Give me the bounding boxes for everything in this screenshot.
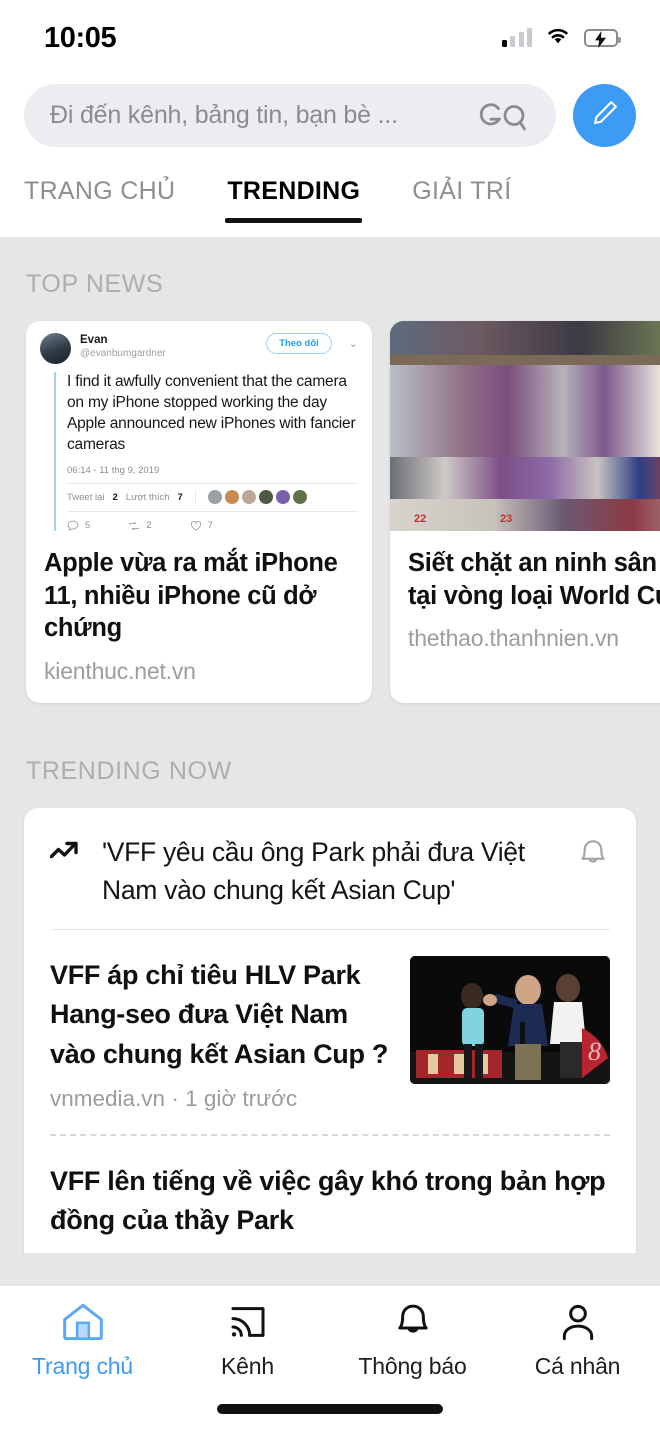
article-title: VFF áp chỉ tiêu HLV Park Hang-seo đưa Vi… bbox=[50, 960, 389, 1069]
nav-label: Thông báo bbox=[358, 1353, 467, 1379]
tweet-retweet-label: Tweet lại bbox=[67, 491, 105, 503]
status-bar-icons bbox=[501, 26, 621, 50]
tweet-retweet-count: 2 bbox=[112, 491, 118, 503]
news-headline: Apple vừa ra mắt iPhone 11, nhiều iPhone… bbox=[44, 549, 338, 643]
nav-item-kenh[interactable]: Kênh bbox=[165, 1286, 330, 1382]
like-action[interactable]: 7 bbox=[190, 520, 213, 531]
search-input[interactable]: Đi đến kênh, bảng tin, bạn bè ... bbox=[24, 84, 556, 147]
bell-notification-icon[interactable] bbox=[576, 834, 610, 879]
article-thumbnail: 8 bbox=[410, 956, 610, 1085]
home-icon bbox=[61, 1302, 105, 1347]
tweet-likes-label: Lượt thích bbox=[125, 491, 170, 503]
section-title-trending-now: TRENDING NOW bbox=[26, 757, 232, 785]
trending-article-row[interactable]: VFF áp chỉ tiêu HLV Park Hang-seo đưa Vi… bbox=[50, 930, 610, 1133]
nav-label: Trang chủ bbox=[32, 1353, 133, 1379]
bottom-navigation-bar: Trang chủ Kênh Thông báo Cá nhân bbox=[0, 1285, 660, 1429]
meta-separator: · bbox=[171, 1085, 179, 1111]
search-row: Đi đến kênh, bảng tin, bạn bè ... bbox=[0, 76, 660, 167]
tweet-timestamp: 06:14 - 11 thg 9, 2019 bbox=[67, 464, 160, 476]
status-bar: 10:05 bbox=[0, 0, 660, 76]
compose-button[interactable] bbox=[573, 84, 636, 147]
section-title-top-news: TOP NEWS bbox=[26, 270, 164, 298]
news-source: kienthuc.net.vn bbox=[44, 657, 196, 684]
nav-label: Cá nhân bbox=[534, 1353, 621, 1379]
avatar bbox=[40, 333, 71, 364]
news-card-text: Siết chặt an ninh sân Mỹ tại vòng loại W… bbox=[390, 531, 660, 652]
like-count: 7 bbox=[207, 520, 213, 531]
bell-icon bbox=[391, 1302, 435, 1347]
tweet-stats: Tweet lại 2 Lượt thích 7 bbox=[67, 482, 358, 512]
retweet-action[interactable]: 2 bbox=[128, 520, 152, 531]
tweet-text: I find it awfully convenient that the ca… bbox=[67, 373, 356, 453]
pencil-compose-icon bbox=[590, 98, 620, 133]
go-search-logo-icon[interactable] bbox=[478, 98, 534, 134]
nav-item-trang-chu[interactable]: Trang chủ bbox=[0, 1286, 165, 1382]
retweet-action-count: 2 bbox=[146, 520, 152, 531]
person-icon bbox=[556, 1302, 600, 1347]
seat-number: 22 bbox=[414, 513, 427, 525]
tweet-likes-count: 7 bbox=[177, 491, 183, 503]
liker-avatars bbox=[207, 490, 307, 505]
battery-charging-icon bbox=[584, 29, 621, 48]
search-placeholder: Đi đến kênh, bảng tin, bạn bè ... bbox=[50, 101, 398, 129]
nav-item-ca-nhan[interactable]: Cá nhân bbox=[495, 1286, 660, 1382]
article-meta: vnmedia.vn · 1 giờ trước bbox=[50, 1086, 392, 1112]
tweet-author-name: Evan bbox=[80, 334, 108, 346]
tab-trang-chu[interactable]: TRANG CHỦ bbox=[24, 167, 175, 220]
feed-scroll-area[interactable]: TOP NEWS Evan @evanbumgardner Theo dõi ⌄ bbox=[0, 237, 660, 1253]
nav-label: Kênh bbox=[221, 1353, 274, 1379]
tweet-author: Evan @evanbumgardner bbox=[80, 333, 257, 360]
tweet-embed-media: Evan @evanbumgardner Theo dõi ⌄ I find i… bbox=[26, 321, 372, 531]
status-bar-clock: 10:05 bbox=[44, 21, 117, 54]
wifi-icon bbox=[545, 26, 571, 50]
trending-topic-row[interactable]: 'VFF yêu cầu ông Park phải đưa Việt Nam … bbox=[49, 808, 610, 929]
news-headline: Siết chặt an ninh sân Mỹ tại vòng loại W… bbox=[408, 549, 660, 610]
tweet-actions: 5 2 7 bbox=[67, 512, 358, 531]
trending-topic-title: 'VFF yêu cầu ông Park phải đưa Việt Nam … bbox=[102, 837, 525, 905]
news-source: thethao.thanhnien.vn bbox=[408, 625, 619, 652]
divider bbox=[194, 489, 196, 505]
tab-giai-tri[interactable]: GIẢI TRÍ bbox=[412, 167, 511, 220]
home-indicator bbox=[217, 1404, 443, 1414]
tweet-body: I find it awfully convenient that the ca… bbox=[54, 372, 358, 531]
stadium-crowd-photo: 22 23 bbox=[390, 321, 660, 531]
news-card[interactable]: Evan @evanbumgardner Theo dõi ⌄ I find i… bbox=[26, 321, 372, 703]
news-card-text: Apple vừa ra mắt iPhone 11, nhiều iPhone… bbox=[26, 531, 372, 685]
tab-trending[interactable]: TRENDING bbox=[225, 167, 363, 223]
tweet-embed: Evan @evanbumgardner Theo dõi ⌄ I find i… bbox=[26, 321, 372, 531]
seat-number: 23 bbox=[500, 513, 513, 525]
trending-article-text: VFF lên tiếng về việc gây khó trong bản … bbox=[50, 1162, 610, 1240]
chevron-down-icon[interactable]: ⌄ bbox=[349, 333, 358, 350]
cellular-signal-icon bbox=[501, 28, 532, 47]
article-title: VFF lên tiếng về việc gây khó trong bản … bbox=[50, 1165, 606, 1235]
reply-action[interactable]: 5 bbox=[67, 520, 90, 531]
article-time: 1 giờ trước bbox=[185, 1085, 298, 1111]
trending-article-text: VFF áp chỉ tiêu HLV Park Hang-seo đưa Vi… bbox=[50, 956, 392, 1111]
nav-item-thong-bao[interactable]: Thông báo bbox=[330, 1286, 495, 1382]
cast-channel-icon bbox=[226, 1302, 270, 1347]
trending-article-row[interactable]: VFF lên tiếng về việc gây khó trong bản … bbox=[50, 1136, 610, 1253]
follow-button[interactable]: Theo dõi bbox=[266, 333, 332, 354]
tweet-header: Evan @evanbumgardner Theo dõi ⌄ bbox=[40, 333, 358, 364]
tab-bar: TRANG CHỦ TRENDING GIẢI TRÍ bbox=[0, 167, 660, 237]
trending-up-arrow-icon bbox=[49, 834, 84, 867]
news-photo: 22 23 bbox=[390, 321, 660, 531]
reply-count: 5 bbox=[85, 520, 91, 531]
svg-text:8: 8 bbox=[588, 1037, 601, 1066]
news-card[interactable]: 22 23 Siết chặt an ninh sân Mỹ tại vòng … bbox=[390, 321, 660, 703]
tweet-author-handle: @evanbumgardner bbox=[80, 348, 166, 360]
trending-card: 'VFF yêu cầu ông Park phải đưa Việt Nam … bbox=[24, 808, 636, 1253]
top-news-carousel[interactable]: Evan @evanbumgardner Theo dõi ⌄ I find i… bbox=[0, 321, 660, 703]
article-source: vnmedia.vn bbox=[50, 1085, 166, 1111]
